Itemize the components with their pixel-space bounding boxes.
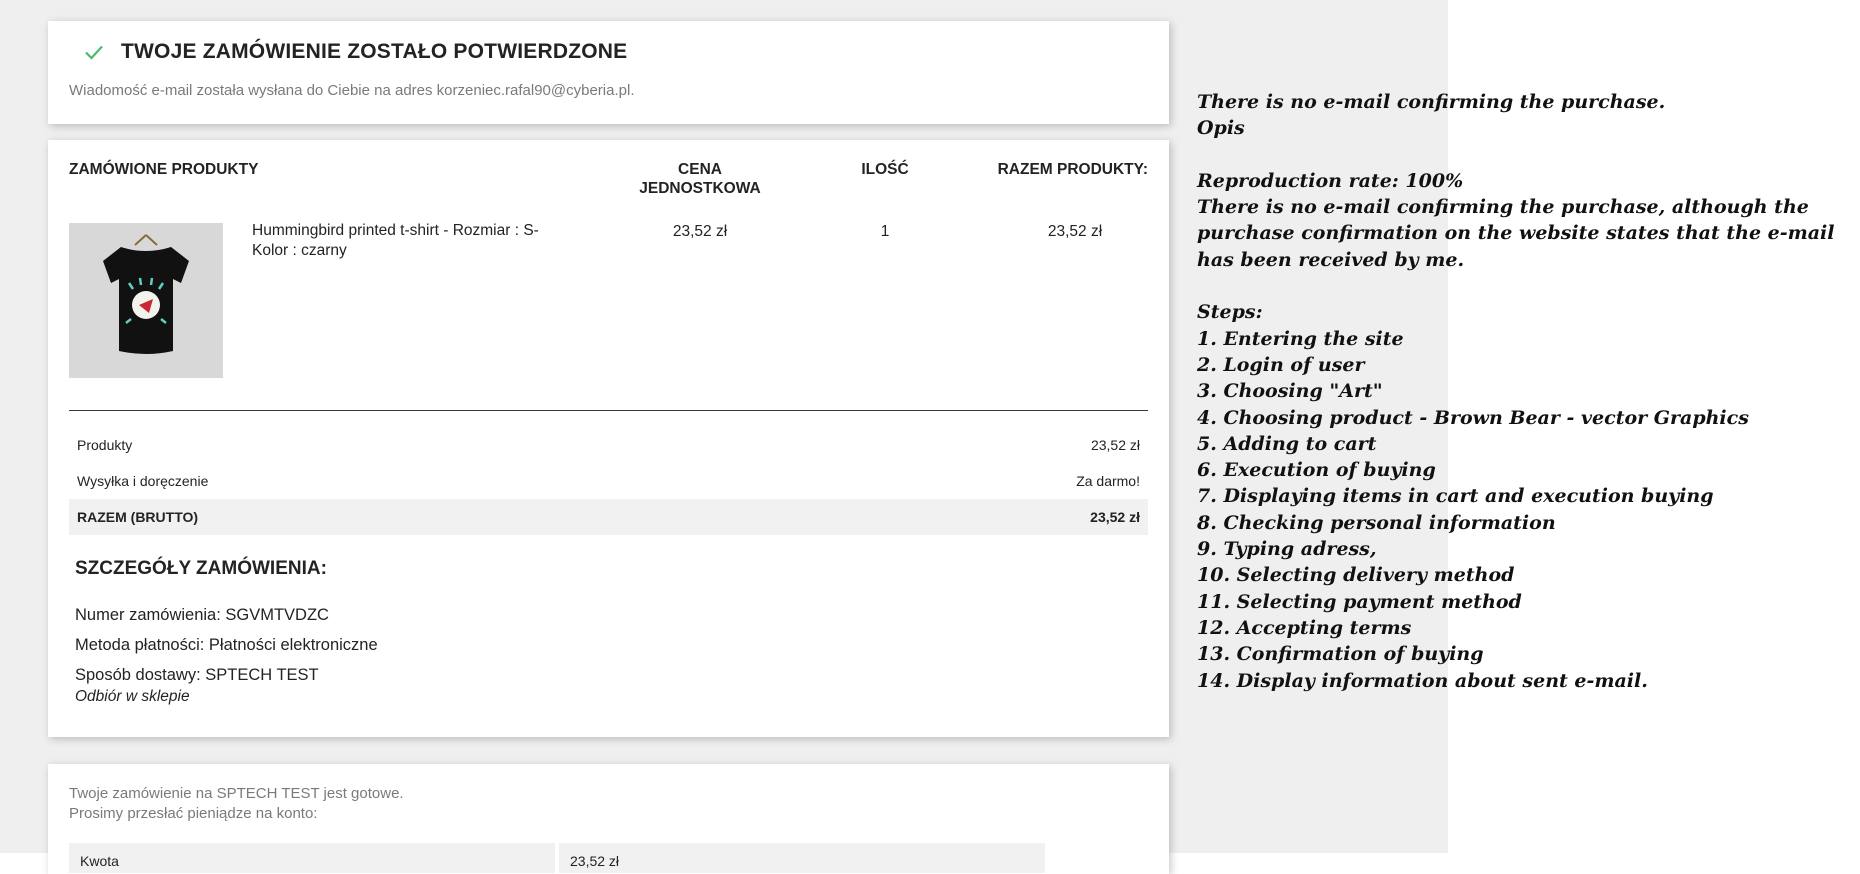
- bug-report-line: 9. Typing adress,: [1197, 538, 1377, 561]
- delivery-method: Sposób dostawy: SPTECH TEST: [75, 666, 319, 684]
- product-name-line1: Hummingbird printed t-shirt - Rozmiar : …: [252, 222, 539, 239]
- summary-products-row: Produkty 23,52 zł: [69, 427, 1148, 463]
- bank-table-value-cell: 23,52 zł: [559, 843, 1045, 873]
- bug-report-line: Opis: [1197, 117, 1245, 140]
- bug-report-line: 5. Adding to cart: [1197, 432, 1377, 455]
- order-number: Numer zamówienia: SGVMTVDZC: [75, 606, 329, 624]
- bug-report-line: 1. Entering the site: [1197, 327, 1404, 350]
- product-unit-price: 23,52 zł: [672, 223, 728, 240]
- bug-report-line: 10. Selecting delivery method: [1197, 564, 1515, 587]
- header-unit-price: CENA JEDNOSTKOWA: [620, 160, 780, 198]
- header-quantity: ILOŚĆ: [861, 161, 909, 178]
- confirmation-email-message: Wiadomość e-mail została wysłana do Cieb…: [69, 82, 635, 99]
- tshirt-image: [69, 223, 223, 378]
- bank-message-line1: Twoje zamówienie na SPTECH TEST jest got…: [69, 785, 404, 802]
- bug-report-blank-line: [1197, 142, 1837, 168]
- order-confirmation-card: [48, 21, 1169, 124]
- bug-report-line: Reproduction rate: 100%: [1197, 169, 1464, 192]
- bank-amount-value: 23,52 zł: [570, 853, 620, 869]
- bug-report-line: 7. Displaying items in cart and executio…: [1197, 485, 1714, 508]
- bug-report-line: 3. Choosing "Art": [1197, 380, 1383, 403]
- bug-report-text: There is no e-mail confirming the purcha…: [1197, 89, 1837, 694]
- order-details-title: SZCZEGÓŁY ZAMÓWIENIA:: [75, 558, 327, 579]
- bug-report-line: 2. Login of user: [1197, 353, 1365, 376]
- delivery-note: Odbiór w sklepie: [75, 688, 190, 705]
- product-name[interactable]: Hummingbird printed t-shirt - Rozmiar : …: [252, 221, 592, 261]
- summary-shipping-label: Wysyłka i doręczenie: [77, 473, 209, 489]
- bug-report-line: 6. Execution of buying: [1197, 459, 1436, 482]
- product-thumbnail[interactable]: [69, 223, 223, 378]
- bug-report-line: has been received by me.: [1197, 248, 1465, 271]
- bug-report-line: Steps:: [1197, 301, 1263, 324]
- bug-report-line: 8. Checking personal information: [1197, 511, 1556, 534]
- bug-report-line: 4. Choosing product - Brown Bear - vecto…: [1197, 406, 1749, 429]
- bug-report-line: There is no e-mail confirming the purcha…: [1197, 196, 1809, 219]
- header-unit-price-line1: CENA: [678, 161, 722, 178]
- product-attribute-line: Kolor : czarny: [252, 242, 347, 259]
- summary-total-label: RAZEM (BRUTTO): [77, 509, 199, 525]
- product-quantity: 1: [880, 223, 890, 240]
- bug-report-line: 12. Accepting terms: [1197, 616, 1412, 639]
- bug-report-line: 11. Selecting payment method: [1197, 590, 1522, 613]
- summary-products-label: Produkty: [77, 437, 133, 453]
- bug-report-line: There is no e-mail confirming the purcha…: [1197, 91, 1666, 113]
- product-total: 23,52 zł: [1047, 223, 1103, 240]
- bank-amount-label: Kwota: [80, 853, 119, 869]
- summary-shipping-value: Za darmo!: [1076, 473, 1140, 489]
- bank-message-line2: Prosimy przesłać pieniądze na konto:: [69, 805, 318, 822]
- summary-total-value: 23,52 zł: [1090, 509, 1140, 525]
- bank-table-label-cell: Kwota: [69, 843, 555, 873]
- bug-report-line: 14. Display information about sent e-mai…: [1197, 669, 1648, 692]
- header-unit-price-line2: JEDNOSTKOWA: [639, 180, 761, 197]
- bug-report-line: purchase confirmation on the website sta…: [1197, 222, 1835, 245]
- payment-method: Metoda płatności: Płatności elektroniczn…: [75, 636, 378, 654]
- confirmation-title: TWOJE ZAMÓWIENIE ZOSTAŁO POTWIERDZONE: [121, 40, 628, 63]
- summary-shipping-row: Wysyłka i doręczenie Za darmo!: [69, 463, 1148, 499]
- check-icon: [85, 45, 103, 60]
- summary-products-value: 23,52 zł: [1090, 437, 1140, 453]
- bug-report-line: 13. Confirmation of buying: [1197, 643, 1484, 666]
- header-total-products: RAZEM PRODUKTY:: [997, 161, 1148, 178]
- summary-total-row: RAZEM (BRUTTO) 23,52 zł: [69, 499, 1148, 535]
- header-ordered-products: ZAMÓWIONE PRODUKTY: [69, 161, 259, 178]
- divider: [69, 410, 1148, 411]
- bug-report-blank-line: [1197, 273, 1837, 299]
